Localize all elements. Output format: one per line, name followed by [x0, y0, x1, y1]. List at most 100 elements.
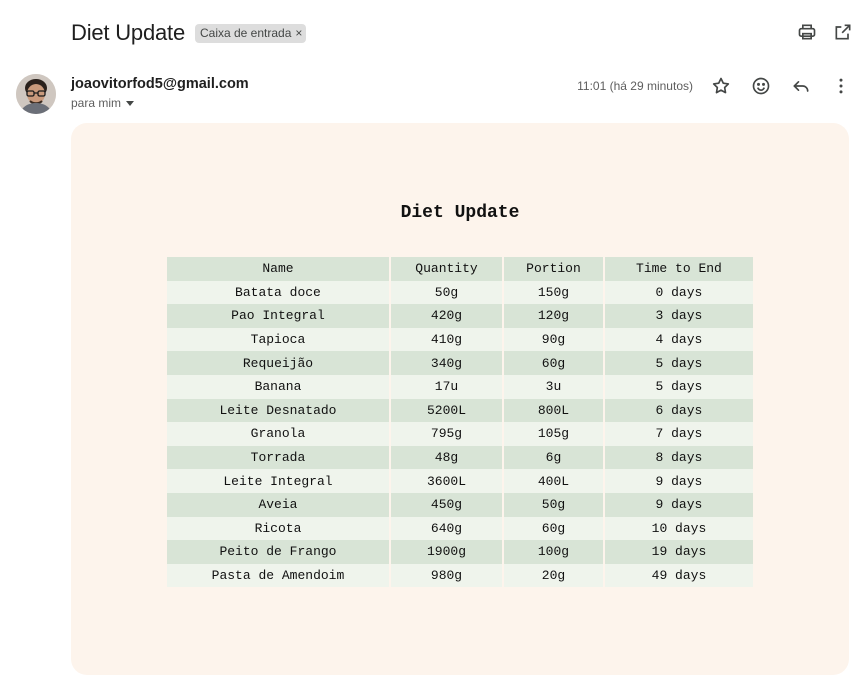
- cell-portion: 50g: [504, 492, 603, 517]
- cell-quantity: 420g: [390, 304, 503, 328]
- cell-portion: 60g: [504, 351, 603, 375]
- table-row: Aveia 450g 50g 9 days: [167, 492, 753, 517]
- table-row: Tapioca 410g 90g 4 days: [167, 327, 753, 352]
- avatar-image: [16, 74, 56, 114]
- table-row: Peito de Frango 1900g 100g 19 days: [167, 540, 753, 564]
- sender-email[interactable]: joaovitorfod5@gmail.com: [71, 76, 249, 92]
- cell-name: Tapioca: [167, 327, 389, 352]
- cell-time-to-end: 6 days: [604, 398, 753, 423]
- cell-portion: 6g: [504, 445, 603, 470]
- more-options-button[interactable]: [829, 74, 853, 98]
- subject-row: Diet Update Caixa de entrada ×: [71, 14, 307, 52]
- caret-down-icon: [126, 100, 135, 106]
- table-row: Banana 17u 3u 5 days: [167, 374, 753, 399]
- column-header-time-to-end: Time to End: [604, 257, 753, 281]
- star-icon: [712, 77, 730, 94]
- cell-time-to-end: 10 days: [604, 516, 753, 541]
- cell-quantity: 450g: [390, 492, 503, 517]
- inbox-label-chip[interactable]: Caixa de entrada ×: [194, 23, 307, 43]
- add-reaction-button[interactable]: [749, 74, 773, 98]
- cell-time-to-end: 3 days: [604, 304, 753, 328]
- table-row: Requeijão 340g 60g 5 days: [167, 351, 753, 375]
- column-header-name: Name: [167, 257, 389, 281]
- cell-quantity: 50g: [390, 280, 503, 305]
- cell-name: Leite Integral: [167, 469, 389, 493]
- table-row: Granola 795g 105g 7 days: [167, 422, 753, 446]
- recipient-details-toggle[interactable]: para mim: [71, 96, 249, 110]
- recipient-line: para mim: [71, 96, 122, 110]
- table-row: Torrada 48g 6g 8 days: [167, 445, 753, 470]
- diet-table-title: Diet Update: [400, 203, 520, 223]
- email-subject: Diet Update: [71, 20, 185, 45]
- cell-portion: 120g: [504, 304, 603, 328]
- cell-name: Leite Desnatado: [167, 398, 389, 423]
- cell-time-to-end: 19 days: [604, 540, 753, 564]
- table-row: Pasta de Amendoim 980g 20g 49 days: [167, 563, 753, 588]
- email-view: Diet Update Caixa de entrada × joaovitor…: [0, 0, 861, 678]
- cell-time-to-end: 5 days: [604, 351, 753, 375]
- cell-name: Requeijão: [167, 351, 389, 375]
- cell-portion: 800L: [504, 398, 603, 423]
- cell-name: Banana: [167, 374, 389, 399]
- table-row: Leite Desnatado 5200L 800L 6 days: [167, 398, 753, 423]
- cell-time-to-end: 49 days: [604, 563, 753, 588]
- cell-name: Pao Integral: [167, 304, 389, 328]
- table-header-row: Name Quantity Portion Time to End: [167, 257, 753, 281]
- emoji-reaction-icon: [752, 77, 770, 95]
- cell-time-to-end: 4 days: [604, 327, 753, 352]
- cell-quantity: 17u: [390, 374, 503, 399]
- cell-portion: 90g: [504, 327, 603, 352]
- cell-name: Ricota: [167, 516, 389, 541]
- cell-quantity: 410g: [390, 327, 503, 352]
- cell-time-to-end: 9 days: [604, 469, 753, 493]
- table-body: Batata doce 50g 150g 0 days Pao Integral 420g…: [167, 280, 753, 588]
- more-vertical-icon: [839, 78, 843, 94]
- cell-time-to-end: 8 days: [604, 445, 753, 470]
- table-row: Ricota 640g 60g 10 days: [167, 516, 753, 541]
- cell-name: Batata doce: [167, 280, 389, 305]
- table-row: Leite Integral 3600L 400L 9 days: [167, 469, 753, 493]
- thread-actions: [795, 20, 855, 44]
- print-button[interactable]: [795, 20, 819, 44]
- cell-name: Pasta de Amendoim: [167, 563, 389, 588]
- cell-quantity: 5200L: [390, 398, 503, 423]
- table-row: Batata doce 50g 150g 0 days: [167, 280, 753, 305]
- cell-portion: 105g: [504, 422, 603, 446]
- cell-time-to-end: 9 days: [604, 492, 753, 517]
- column-header-quantity: Quantity: [390, 257, 503, 281]
- message-actions: [709, 74, 853, 98]
- diet-table: Name Quantity Portion Time to End Batata…: [165, 257, 755, 588]
- message-meta: 11:01 (há 29 minutos): [577, 74, 853, 98]
- sender-block: joaovitorfod5@gmail.com para mim: [71, 76, 249, 110]
- cell-portion: 60g: [504, 516, 603, 541]
- cell-time-to-end: 7 days: [604, 422, 753, 446]
- reply-button[interactable]: [789, 74, 813, 98]
- cell-portion: 20g: [504, 563, 603, 588]
- print-icon: [798, 24, 816, 40]
- remove-label-button[interactable]: ×: [295, 25, 302, 41]
- cell-quantity: 48g: [390, 445, 503, 470]
- cell-portion: 400L: [504, 469, 603, 493]
- column-header-portion: Portion: [504, 257, 603, 281]
- reply-icon: [793, 81, 809, 92]
- cell-time-to-end: 0 days: [604, 280, 753, 305]
- cell-time-to-end: 5 days: [604, 374, 753, 399]
- star-button[interactable]: [709, 74, 733, 98]
- cell-quantity: 1900g: [390, 540, 503, 564]
- cell-name: Aveia: [167, 492, 389, 517]
- cell-quantity: 795g: [390, 422, 503, 446]
- inbox-label-text: Caixa de entrada: [199, 25, 292, 40]
- table-row: Pao Integral 420g 120g 3 days: [167, 304, 753, 328]
- cell-portion: 100g: [504, 540, 603, 564]
- cell-portion: 3u: [504, 374, 603, 399]
- cell-name: Granola: [167, 422, 389, 446]
- open-new-window-button[interactable]: [831, 20, 855, 44]
- email-body: Diet Update Name Quantity Portion Time t…: [71, 123, 849, 675]
- sender-avatar[interactable]: [16, 74, 56, 114]
- open-in-new-window-icon: [835, 24, 851, 40]
- cell-portion: 150g: [504, 280, 603, 305]
- cell-name: Torrada: [167, 445, 389, 470]
- cell-quantity: 640g: [390, 516, 503, 541]
- cell-name: Peito de Frango: [167, 540, 389, 564]
- cell-quantity: 3600L: [390, 469, 503, 493]
